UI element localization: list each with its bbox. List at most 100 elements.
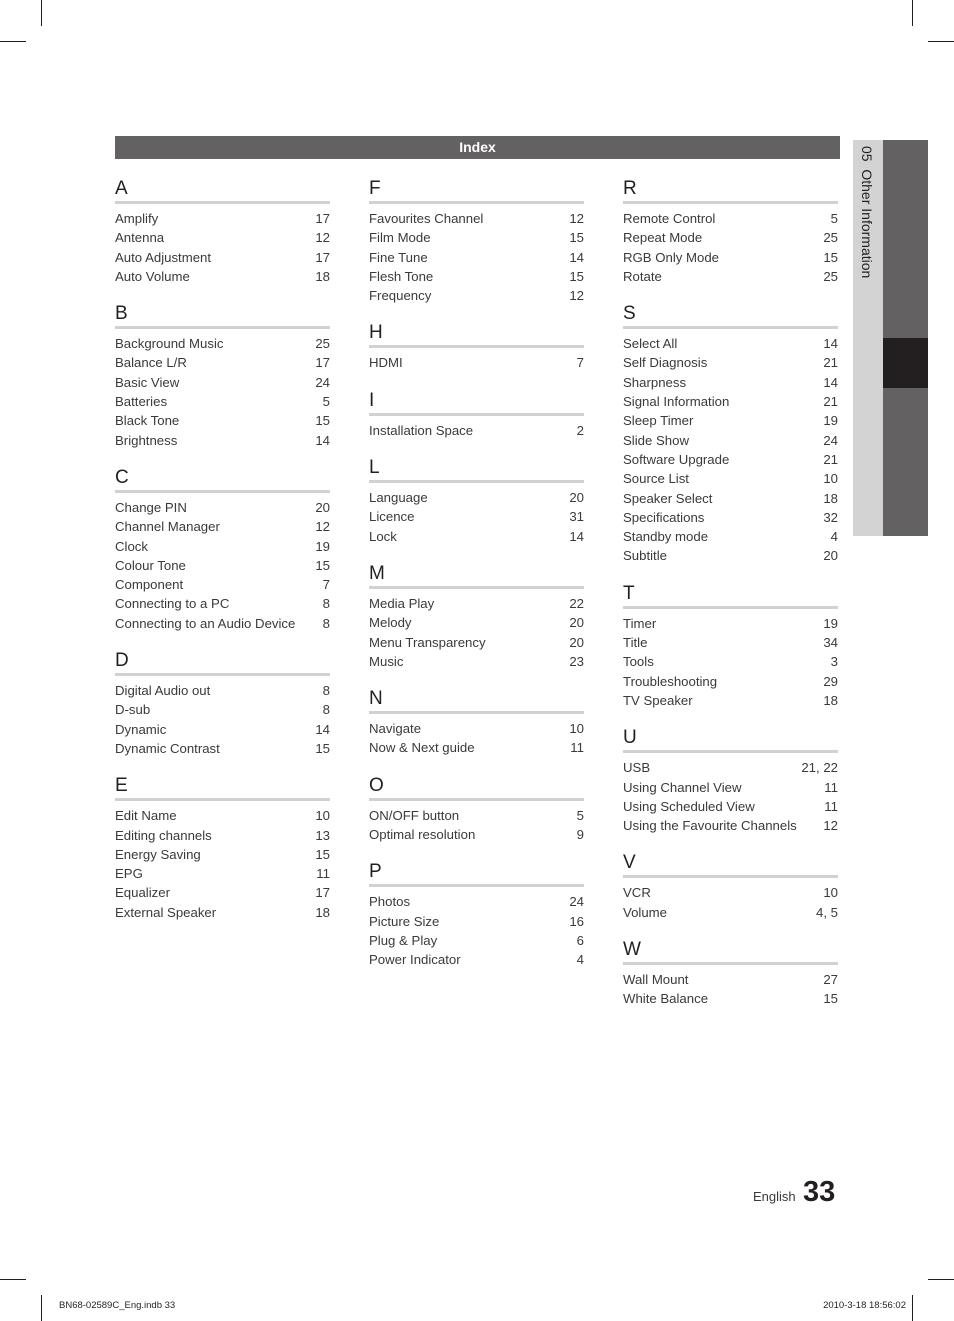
section-letter: H (369, 322, 383, 344)
index-entry: Standby mode 4 (623, 527, 838, 546)
crop-mark (928, 41, 954, 42)
entry-page: 19 (823, 413, 838, 429)
entry-term: Media Play (369, 595, 435, 611)
index-entry: Picture Size 16 (369, 912, 584, 931)
index-entry: Installation Space 2 (369, 421, 584, 440)
index-entry: Source List 10 (623, 469, 838, 488)
entry-page: 4 (830, 529, 838, 545)
index-entry: Power Indicator 4 (369, 950, 584, 969)
entry-page: 31 (569, 509, 584, 525)
index-entry: Dynamic 14 (115, 720, 330, 739)
section-divider (369, 585, 584, 589)
entry-page: 14 (315, 432, 330, 448)
index-entry: VCR 10 (623, 883, 838, 902)
index-entry: Select All 14 (623, 334, 838, 353)
entry-page: 15 (823, 249, 838, 265)
index-entry: Black Tone 15 (115, 411, 330, 430)
entry-page: 10 (823, 885, 838, 901)
section-letter: O (369, 774, 384, 796)
section-divider (623, 201, 838, 204)
section-letter: U (623, 727, 637, 749)
entry-term: Batteries (115, 394, 168, 410)
index-section: B Background Music 25 Balance L/R 17 Basic Vi… (115, 303, 330, 450)
index-section: U USB 21, 22 Using Channel View 11 Using Sche… (623, 727, 838, 835)
crop-mark (912, 1295, 913, 1321)
entry-term: Volume (623, 904, 667, 920)
section-divider (623, 875, 838, 879)
entry-term: Plug & Play (369, 932, 438, 948)
index-entry: White Balance 15 (623, 989, 838, 1008)
entry-page: 8 (322, 596, 330, 612)
entry-term: Favourites Channel (369, 211, 484, 226)
index-entry: Slide Show 24 (623, 431, 838, 450)
index-entry: Language 20 (369, 488, 584, 507)
index-section: E Edit Name 10 Editing channels 13 Energy Sav… (115, 775, 330, 922)
entry-page: 11 (316, 866, 330, 882)
entry-term: Wall Mount (623, 972, 689, 988)
entry-page: 15 (569, 268, 584, 284)
entry-page: 8 (322, 615, 330, 631)
entry-page: 32 (823, 509, 838, 525)
index-entry: EPG 11 (115, 864, 330, 883)
index-entry: Editing channels 13 (115, 826, 330, 845)
section-letter: S (623, 303, 636, 325)
entry-page: 15 (315, 413, 330, 429)
entry-page: 10 (315, 808, 330, 824)
index-section: H HDMI 7 (369, 322, 584, 372)
entry-page: 2 (576, 422, 584, 438)
entry-page: 27 (823, 972, 838, 988)
entry-page: 34 (823, 635, 838, 651)
entry-page: 20 (315, 499, 330, 515)
index-entry: Licence 31 (369, 507, 584, 526)
entry-page: 17 (315, 249, 330, 265)
entry-page: 24 (315, 374, 330, 390)
entry-term: Background Music (115, 336, 224, 352)
section-divider (115, 798, 330, 802)
entry-term: Colour Tone (115, 557, 186, 573)
footer-file: BN68-02589C_Eng.indb 33 (59, 1300, 176, 1311)
entry-term: Film Mode (369, 230, 431, 246)
index-entry: Colour Tone 15 (115, 556, 330, 575)
index-entry: Fine Tune 14 (369, 248, 584, 267)
entry-term: Lock (369, 528, 397, 544)
entry-term: Music (369, 653, 404, 669)
entry-page: 15 (315, 846, 330, 862)
index-section: P Photos 24 Picture Size 16 Plug & Play 6 Power… (369, 861, 584, 969)
section-divider (369, 345, 584, 349)
section-letter: W (623, 939, 641, 961)
index-section: N Navigate 10 Now & Next guide 11 (369, 688, 584, 758)
entry-page: 4 (576, 952, 584, 968)
entry-page: 5 (830, 211, 838, 226)
entry-term: Basic View (115, 374, 180, 390)
entry-page: 25 (823, 230, 838, 246)
entry-term: Balance L/R (115, 355, 187, 371)
section-divider (369, 201, 584, 204)
entry-page: 18 (823, 490, 838, 506)
chapter-title: Other Information (859, 169, 875, 279)
entry-page: 5 (322, 394, 330, 410)
entry-page: 12 (315, 230, 330, 246)
section-divider (115, 326, 330, 330)
index-entry: RGB Only Mode 15 (623, 248, 838, 267)
entry-page: 7 (576, 355, 584, 371)
index-entry: Edit Name 10 (115, 806, 330, 825)
entry-term: Change PIN (115, 499, 187, 515)
section-letter: T (623, 582, 635, 604)
index-entry: Optimal resolution 9 (369, 825, 584, 844)
entry-page: 17 (315, 885, 330, 901)
section-divider (115, 489, 330, 493)
chapter-label: 05 Other Information (859, 146, 875, 278)
index-column-3: R Remote Control 5 Repeat Mode 25 RGB Only Mo… (623, 178, 838, 1026)
index-section: I Installation Space 2 (369, 390, 584, 440)
entry-term: Brightness (115, 432, 178, 448)
index-entry: Specifications 32 (623, 508, 838, 527)
entry-page: 20 (569, 490, 584, 506)
entry-term: Connecting to a PC (115, 596, 230, 612)
index-section: O ON/OFF button 5 Optimal resolution 9 (369, 775, 584, 845)
entry-term: Component (115, 577, 184, 593)
index-entry: Rotate 25 (623, 267, 838, 286)
crop-mark (928, 1279, 954, 1280)
index-section: W Wall Mount 27 White Balance 15 (623, 939, 838, 1009)
entry-page: 14 (569, 249, 584, 265)
index-entry: Energy Saving 15 (115, 845, 330, 864)
